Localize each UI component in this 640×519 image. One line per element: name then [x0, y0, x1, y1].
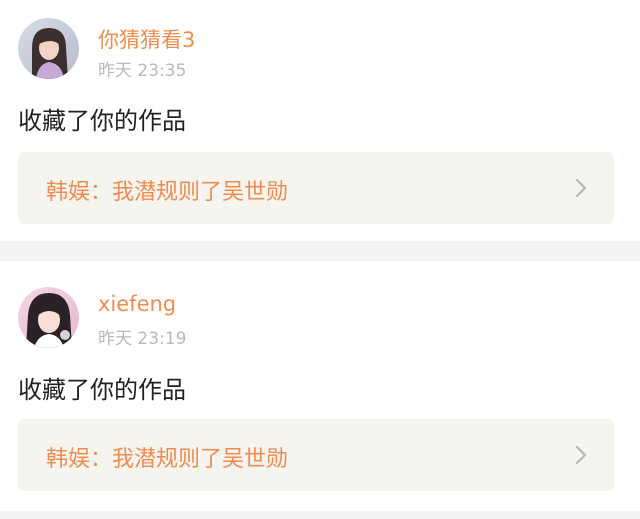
action-text: 收藏了你的作品 — [18, 107, 186, 135]
user-avatar[interactable] — [18, 18, 79, 79]
work-link-card[interactable]: 韩娱：我潜规则了吴世勋 — [18, 419, 614, 491]
work-link-card[interactable]: 韩娱：我潜规则了吴世勋 — [18, 152, 614, 224]
work-title: 韩娱：我潜规则了吴世勋 — [46, 447, 289, 472]
timestamp: 昨天 23:35 — [98, 61, 187, 81]
chevron-right-icon — [575, 445, 587, 465]
notification-card: 你猜猜看3 昨天 23:35 收藏了你的作品 韩娱：我潜规则了吴世勋 — [0, 0, 640, 241]
avatar-girl-bangs-icon — [18, 287, 79, 348]
avatar-girl-long-hair-icon — [18, 18, 79, 79]
timestamp: 昨天 23:19 — [98, 329, 187, 349]
action-text: 收藏了你的作品 — [18, 376, 186, 404]
username[interactable]: xiefeng — [98, 292, 176, 316]
notification-card: xiefeng 昨天 23:19 收藏了你的作品 韩娱：我潜规则了吴世勋 — [0, 261, 640, 511]
user-avatar[interactable] — [18, 287, 79, 348]
card-separator — [0, 511, 640, 519]
username[interactable]: 你猜猜看3 — [98, 24, 195, 54]
chevron-right-icon — [575, 178, 587, 198]
card-separator — [0, 241, 640, 261]
work-title: 韩娱：我潜规则了吴世勋 — [46, 180, 289, 205]
notification-feed: 你猜猜看3 昨天 23:35 收藏了你的作品 韩娱：我潜规则了吴世勋 xiefe… — [0, 0, 640, 519]
